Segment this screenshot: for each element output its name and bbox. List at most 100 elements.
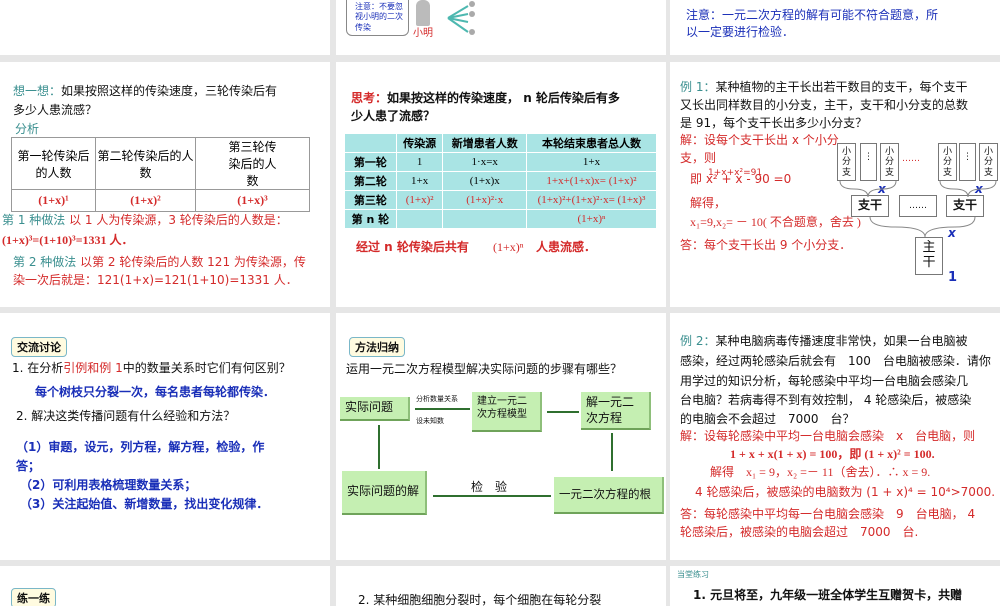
table-row: 第二轮 1+x (1+x)x 1+x+(1+x)x= (1+x)² xyxy=(344,171,658,191)
answer-1: 每个树枝只分裂一次，每名患者每轮都传染． xyxy=(35,385,276,399)
table-row: 第一轮 1 1·x=x 1+x xyxy=(344,152,658,172)
slide-thumbnail-9[interactable]: 例 2：某种电脑病毒传播速度非常快，如果一台电脑被 感染，经过两轮感染后就会有 … xyxy=(670,313,1000,560)
arrow-down xyxy=(611,433,613,471)
callout-note: 注意：不要忽视小明的二次传染 xyxy=(346,0,409,36)
answer-2-item: （3）关注起始值、新增数量，找出变化规律． xyxy=(20,497,269,511)
table-header: 本轮结束患者总人数 xyxy=(525,133,658,153)
example-text: 用学过的知识分析，每轮感染中平均一台电脑会感染几 xyxy=(680,374,969,388)
arrow-right xyxy=(415,408,470,410)
example-text: 台电脑？若病毒得不到有效控制， 4 轮感染后，被感染 xyxy=(680,393,972,407)
method-1-formula: (1+x)³=(1+10)³=1331 人． xyxy=(2,233,134,247)
q2-text: 2. 解决这类传播问题有什么经验和方法？ xyxy=(16,409,236,423)
flow-box-real-problem: 实际问题 xyxy=(340,397,410,421)
table-cell: (1+x)x xyxy=(442,171,527,191)
solution-text: 解：设每轮感染中平均一台电脑会感染 x 台电脑，则 xyxy=(680,429,976,443)
arrow-label-check: 检 验 xyxy=(471,480,508,494)
table-cell xyxy=(395,209,444,229)
discussion-badge: 交流讨论 xyxy=(11,337,67,357)
table-cell: (1+x)² xyxy=(95,189,196,212)
analysis-table: 第一轮传染后的人数 第二轮传染后的人数 第三轮传染后的人数 (1+x)¹ (1+x)²… xyxy=(11,137,310,212)
method-2-label: 第 2 种做法 xyxy=(13,255,77,269)
think-label: 想一想： xyxy=(13,84,62,98)
example-text: 某种电脑病毒传播速度非常快，如果一台电脑被 xyxy=(715,334,968,348)
solution-equation: 1 + x + x(1 + x) = 100，即 (1 + x)² = 100. xyxy=(730,447,935,461)
table-header: 传染源 xyxy=(395,133,444,153)
method-2-text: 以第 2 轮传染后的人数 121 为传染源，传 xyxy=(80,255,306,269)
table-cell: 1·x=x xyxy=(442,152,527,172)
slide-thumbnail-6[interactable]: 例 1：某种植物的主干长出若干数目的支干，每个支干 又长出同样数目的小分支，主干… xyxy=(670,62,1000,307)
slide-thumbnail-3[interactable]: 注意：一元二次方程的解有可能不符合题意，所 以一定要进行检验． xyxy=(670,0,1000,55)
answer-text: 轮感染后，被感染的电脑会超过 7000 台. xyxy=(680,525,919,539)
brace-lines xyxy=(839,180,997,238)
question-text: 1. 元旦将至，九年级一班全体学生互赠贺卡，共赠 xyxy=(693,588,963,602)
table-cell xyxy=(442,209,527,229)
table-cell: 第三轮 xyxy=(344,190,397,210)
q1-text: 中的数量关系时它们有何区别？ xyxy=(122,361,291,375)
table-cell: (1+x)²+(1+x)²·x= (1+x)³ xyxy=(525,190,658,210)
solution-text: 4 轮感染后，被感染的电脑数为 (1 + x)⁴ = 10⁴>7000. xyxy=(695,485,996,499)
slide-thumbnail-5[interactable]: 思考：如果按这样的传染速度， n 轮后传染后有多 少人患了流感？ 传染源 新增患者… xyxy=(336,62,666,307)
infection-table: 传染源 新增患者人数 本轮结束患者总人数 第一轮 1 1·x=x 1+x 第二轮 1+x (1+x… xyxy=(344,133,658,229)
analysis-label: 分析 xyxy=(15,122,40,136)
slide-thumbnail-1[interactable] xyxy=(0,0,330,55)
person-icon xyxy=(416,0,430,26)
q1-text: 1. 在分析 xyxy=(12,361,64,375)
example-text: 感染，经过两轮感染后就会有 100 台电脑被感染．请你 xyxy=(680,354,991,368)
method-1-text: 以 1 人为传染源，3 轮传染后的人数是： xyxy=(69,213,288,227)
table-cell: (1+x)¹ xyxy=(11,189,96,212)
xiaoming-label: 小明 xyxy=(413,28,433,39)
method-badge: 方法归纳 xyxy=(349,337,405,357)
solution-roots: 解得 x₁ = 9，x₂ =－ 11（舍去）．∴ x = 9. xyxy=(710,465,931,479)
table-cell: 1+x xyxy=(525,152,658,172)
spread-lines-icon xyxy=(447,1,475,35)
answer-text: 答：每轮感染中平均每一台电脑会感染 9 台电脑， 4 xyxy=(680,507,976,521)
q1-highlight: 引例和例 1 xyxy=(63,361,123,375)
flow-box-build-model: 建立一元二次方程模型 xyxy=(472,392,542,432)
slide-thumbnail-8[interactable]: 方法归纳 运用一元二次方程模型解决实际问题的步骤有哪些？ 实际问题 分析数量关系… xyxy=(336,313,666,560)
flow-box-roots: 一元二次方程的根 xyxy=(554,477,664,514)
conclusion-formula: (1+x)ⁿ xyxy=(493,240,524,254)
table-header: 第三轮传染后的人数 xyxy=(195,137,310,190)
table-header: 第一轮传染后的人数 xyxy=(11,137,96,190)
example-label: 例 2： xyxy=(680,334,716,348)
table-cell: 1+x xyxy=(395,171,444,191)
table-cell: 第一轮 xyxy=(344,152,397,172)
table-cell: 第 n 轮 xyxy=(344,209,397,229)
arrow-left xyxy=(433,495,551,497)
table-header: 第二轮传染后的人数 xyxy=(95,137,196,190)
arrow-label: 分析数量关系 xyxy=(416,395,458,403)
slide-thumbnail-7[interactable]: 交流讨论 1. 在分析引例和例 1中的数量关系时它们有何区别？ 每个树枝只分裂一… xyxy=(0,313,330,560)
arrow-up xyxy=(378,425,380,469)
table-cell: (1+x)³ xyxy=(195,189,310,212)
think-label: 思考： xyxy=(351,91,388,105)
flow-box-real-solution: 实际问题的解 xyxy=(342,471,427,515)
slide-thumbnail-4[interactable]: 想一想：如果按照这样的传染速度，三轮传染后有 多少人患流感？ 分析 第一轮传染后… xyxy=(0,62,330,307)
method-2-formula: 染一次后就是：121(1+x)=121(1+10)=1331 人． xyxy=(13,273,298,287)
method-question: 运用一元二次方程模型解决实际问题的步骤有哪些？ xyxy=(346,362,623,376)
table-header-row: 传染源 新增患者人数 本轮结束患者总人数 xyxy=(344,133,658,153)
think-question: 如果按这样的传染速度， n 轮后传染后有多 xyxy=(387,91,620,105)
slide-thumbnail-12[interactable]: 当堂练习 1. 元旦将至，九年级一班全体学生互赠贺卡，共赠 xyxy=(670,566,1000,606)
think-question-2: 多少人患流感？ xyxy=(13,103,98,117)
slide-thumbnail-2[interactable]: 注意：不要忽视小明的二次传染 小明 xyxy=(336,0,666,55)
table-cell: (1+x)² xyxy=(395,190,444,210)
method-1-label: 第 1 种做法 xyxy=(2,213,66,227)
section-title: 当堂练习 xyxy=(677,570,709,579)
note-line-2: 以一定要进行检验． xyxy=(686,25,795,39)
slide-thumbnail-10[interactable]: 练一练 xyxy=(0,566,330,606)
table-cell: 1 xyxy=(395,152,444,172)
slide-thumbnail-11[interactable]: 2. 某种细胞细胞分裂时，每个细胞在每轮分裂 xyxy=(336,566,666,606)
table-cell: 1+x+(1+x)x= (1+x)² xyxy=(525,171,658,191)
arrow-right xyxy=(547,411,579,413)
answer-2-item: （2）可利用表格梳理数量关系； xyxy=(20,478,197,492)
table-header xyxy=(344,133,397,153)
table-header: 新增患者人数 xyxy=(442,133,527,153)
conclusion-c: 人患流感． xyxy=(536,240,597,254)
arrow-label: 设未知数 xyxy=(416,417,444,425)
table-row: 第 n 轮 (1+x)ⁿ xyxy=(344,209,658,229)
think-question-2: 少人患了流感？ xyxy=(351,109,436,123)
flow-box-solve: 解一元二次方程 xyxy=(581,392,651,430)
answer-2-item: （1）审题，设元，列方程，解方程，检验，作 xyxy=(16,440,265,454)
example-text: 的电脑会不会超过 7000 台？ xyxy=(680,412,855,426)
note-line-1: 注意：一元二次方程的解有可能不符合题意，所 xyxy=(686,8,939,22)
